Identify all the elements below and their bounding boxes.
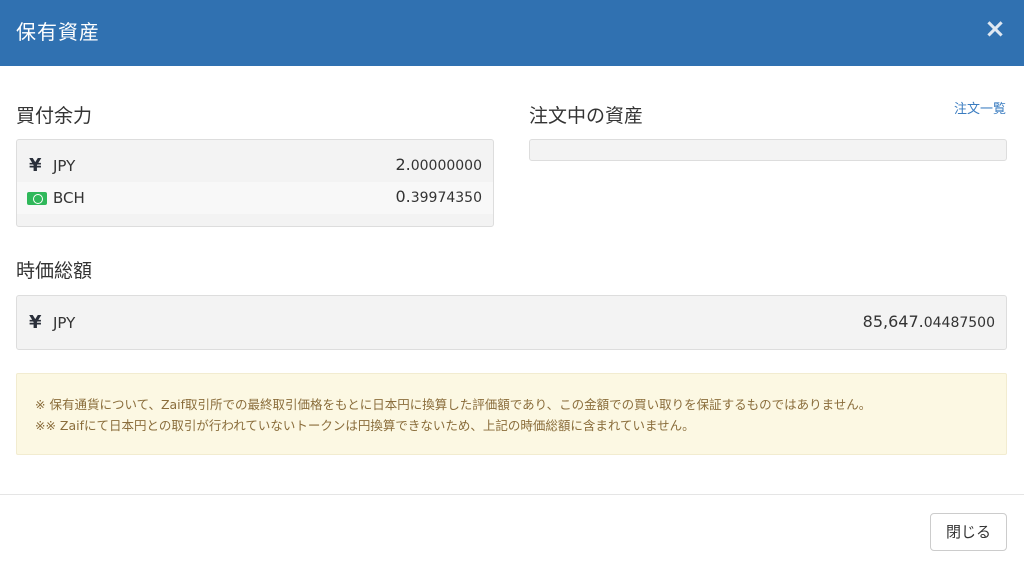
balance-row-jpy: ¥ JPY 2.00000000 xyxy=(17,150,493,182)
amount-integer: 85,647. xyxy=(862,312,924,331)
balance-amount: 0.39974350 xyxy=(395,187,482,208)
amount-decimal: 04487500 xyxy=(923,315,995,331)
modal-header: 保有資産 × xyxy=(0,0,1024,66)
footer-divider xyxy=(0,494,1024,495)
order-list-link[interactable]: 注文一覧 xyxy=(954,102,1006,118)
orders-title: 注文中の資産 xyxy=(529,105,644,127)
balance-amount: 2.00000000 xyxy=(395,155,482,176)
buying-power-panel: ¥ JPY 2.00000000 BCH 0.39974350 xyxy=(16,139,494,227)
amount-integer: 2. xyxy=(395,155,411,174)
amount-decimal: 39974350 xyxy=(410,190,482,206)
currency-name: BCH xyxy=(53,189,85,207)
close-button[interactable]: 閉じる xyxy=(930,513,1007,551)
modal-title: 保有資産 xyxy=(16,20,100,44)
holdings-modal: 保有資産 × 買付余力 ¥ JPY 2.00000000 BCH 0.39974… xyxy=(0,0,1024,570)
bch-icon xyxy=(27,192,47,205)
valuation-notice: ※ 保有通貨について、Zaif取引所での最終取引価格をもとに日本円に換算した評価… xyxy=(16,373,1007,455)
market-value-row-jpy: ¥ JPY 85,647.04487500 xyxy=(17,307,1006,339)
yen-icon: ¥ xyxy=(29,155,42,176)
currency-name: JPY xyxy=(53,157,76,175)
buying-power-title: 買付余力 xyxy=(16,105,93,127)
market-value-panel: ¥ JPY 85,647.04487500 xyxy=(16,295,1007,350)
yen-icon: ¥ xyxy=(29,312,42,333)
notice-line-2: ※※ Zaifにて日本円との取引が行われていないトークンは円換算できないため、上… xyxy=(35,418,695,433)
notice-line-1: ※ 保有通貨について、Zaif取引所での最終取引価格をもとに日本円に換算した評価… xyxy=(35,397,872,412)
amount-decimal: 00000000 xyxy=(410,158,482,174)
close-icon[interactable]: × xyxy=(984,14,1006,44)
amount-integer: 0. xyxy=(395,187,411,206)
balance-row-bch: BCH 0.39974350 xyxy=(17,182,493,214)
orders-panel xyxy=(529,139,1007,161)
market-value-amount: 85,647.04487500 xyxy=(863,312,995,333)
market-value-title: 時価総額 xyxy=(16,260,93,282)
currency-name: JPY xyxy=(53,314,76,332)
